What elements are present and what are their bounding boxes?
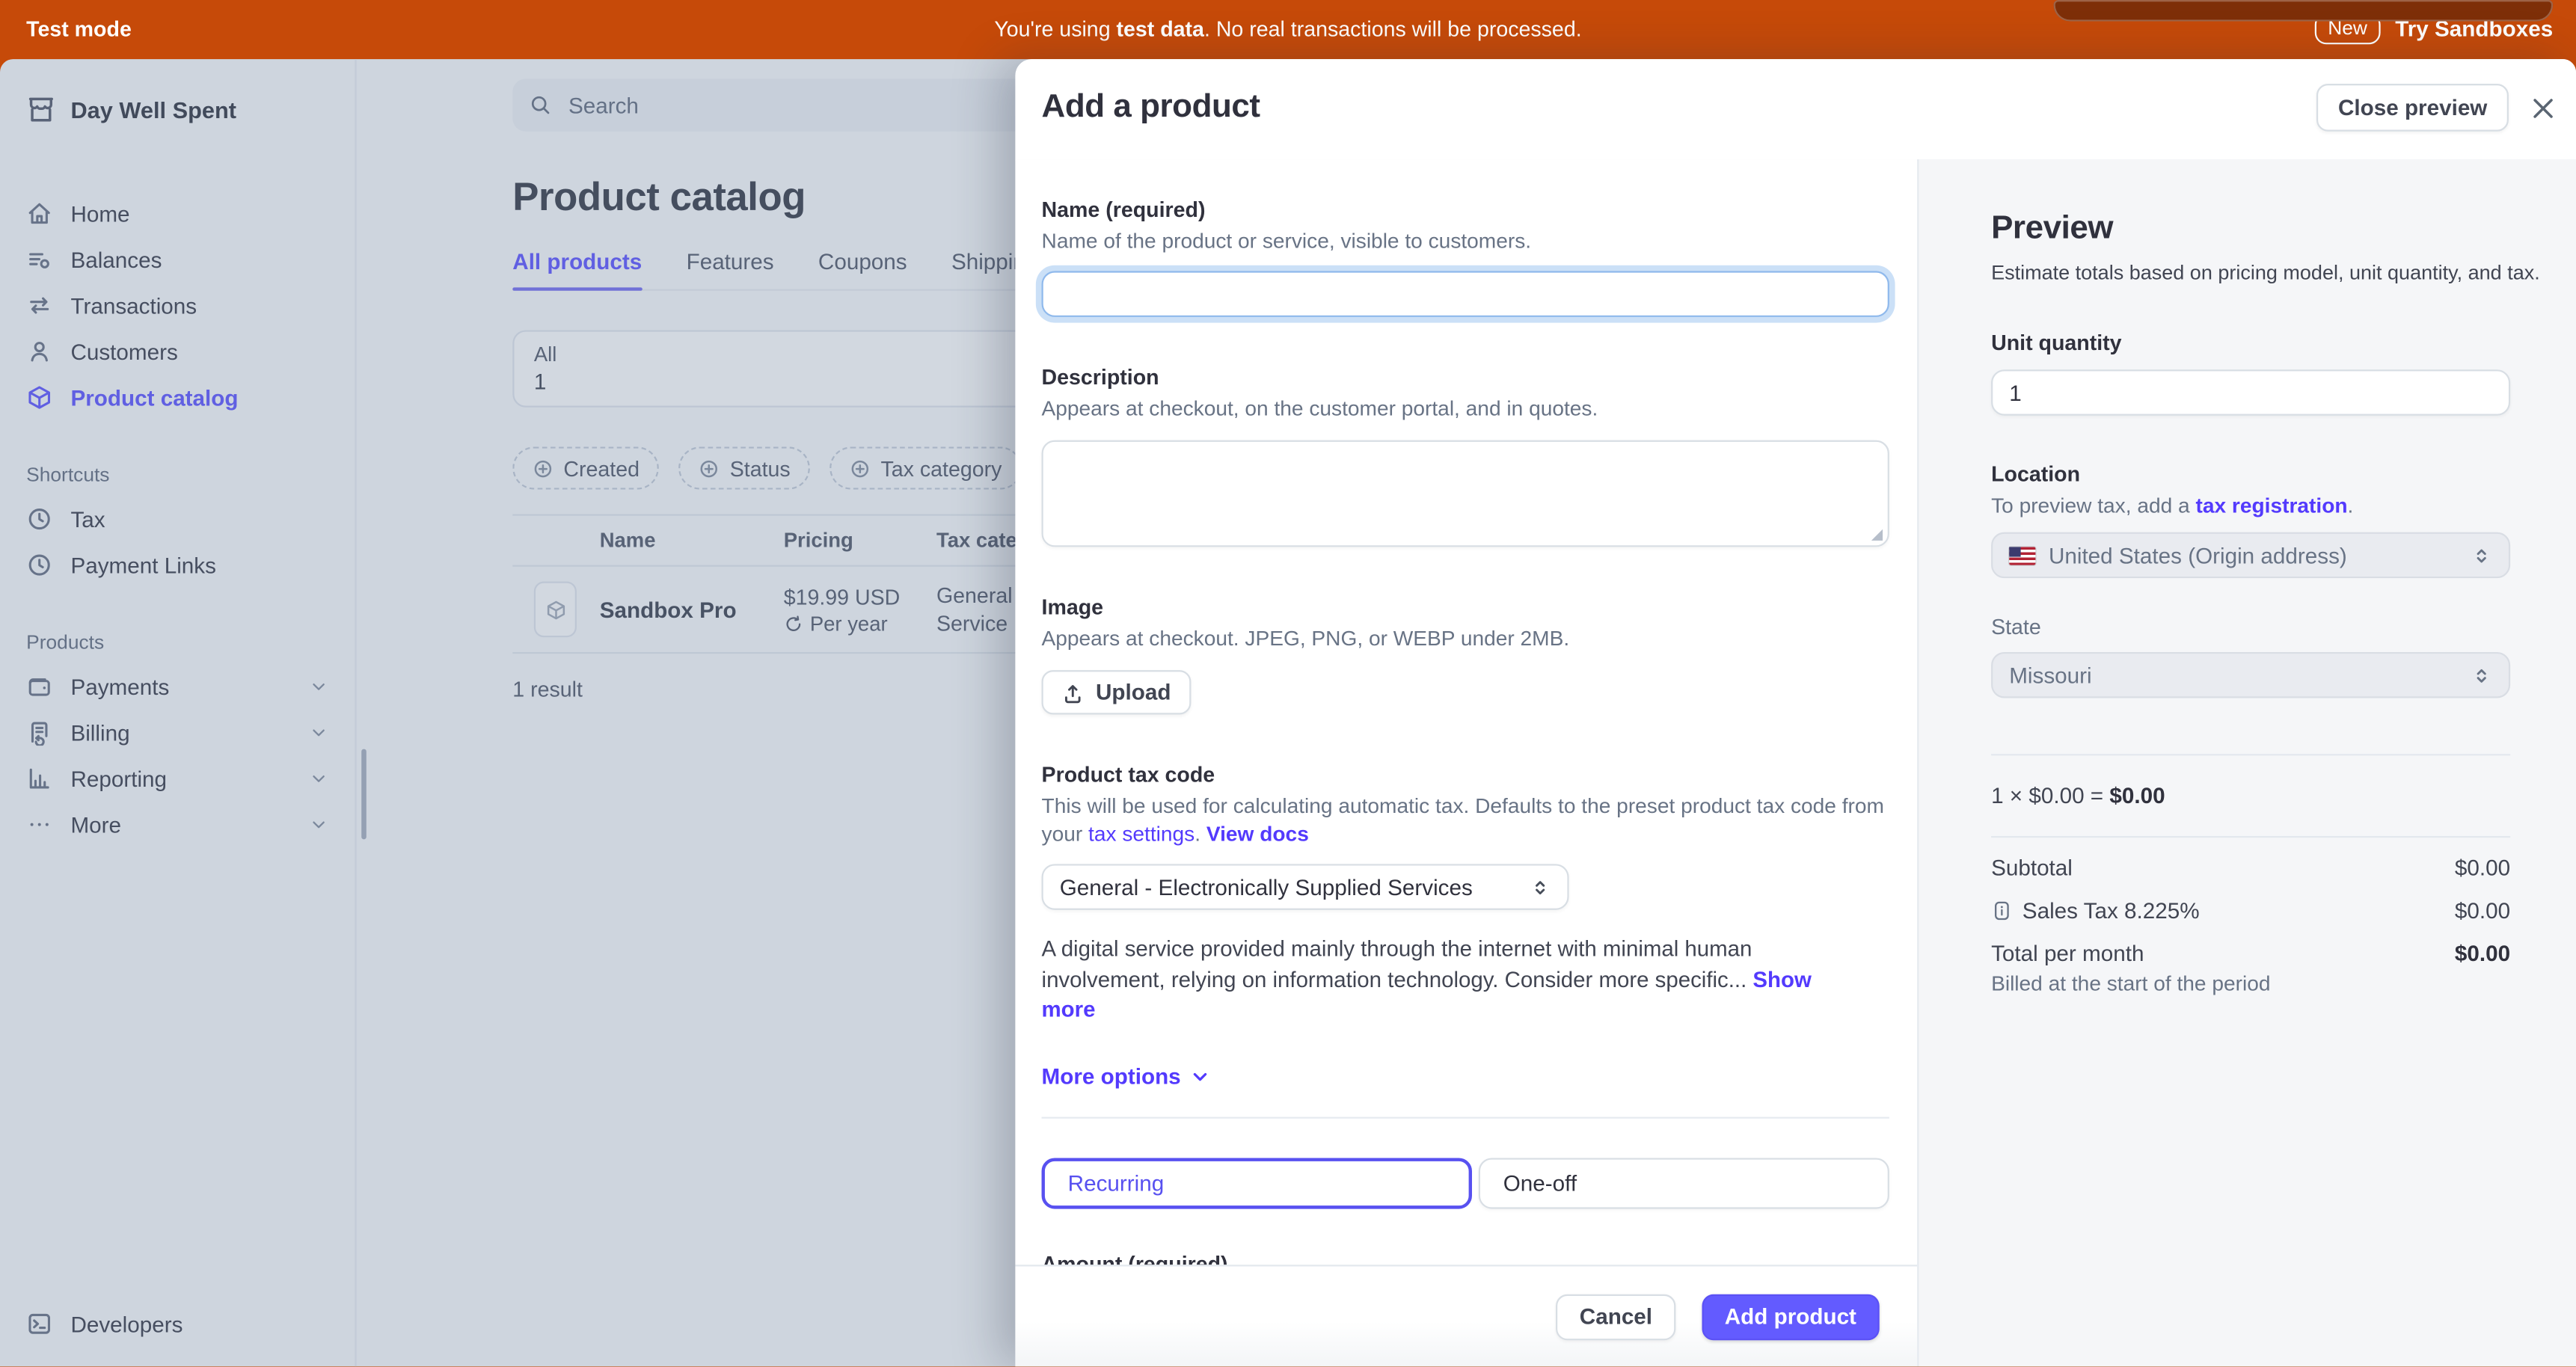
modal-header: Add a product Close preview xyxy=(1015,59,2576,161)
line-item-calculation: 1 × $0.00 = $0.00 xyxy=(1991,784,2510,808)
tax-registration-link[interactable]: tax registration xyxy=(2195,493,2347,517)
tax-code-value: General - Electronically Supplied Servic… xyxy=(1060,875,1473,900)
preview-subtitle: Estimate totals based on pricing model, … xyxy=(1991,261,2510,284)
resize-handle-icon[interactable]: ◢ xyxy=(1871,527,1883,542)
modal-footer: Cancel Add product xyxy=(1015,1265,1917,1366)
sandbox-popover-edge xyxy=(2054,0,2554,22)
preview-divider xyxy=(1991,754,2510,755)
name-label: Name (required) xyxy=(1042,197,1889,222)
us-flag-icon xyxy=(2009,546,2035,564)
select-updown-icon xyxy=(2471,544,2492,566)
sales-tax-row: Sales Tax 8.225% $0.00 xyxy=(1991,898,2510,923)
upload-button[interactable]: Upload xyxy=(1042,670,1191,714)
recurring-toggle[interactable]: Recurring xyxy=(1042,1157,1472,1208)
preview-divider xyxy=(1991,836,2510,838)
tax-code-label: Product tax code xyxy=(1042,762,1889,787)
chevron-down-icon xyxy=(1189,1065,1211,1087)
description-label: Description xyxy=(1042,365,1889,390)
unit-quantity-input[interactable] xyxy=(1991,369,2510,416)
amount-label: Amount (required) xyxy=(1042,1251,1889,1265)
state-select[interactable]: Missouri xyxy=(1991,652,2510,698)
preview-title: Preview xyxy=(1991,210,2510,248)
upload-icon xyxy=(1061,681,1085,704)
image-label: Image xyxy=(1042,595,1889,619)
unit-quantity-label: Unit quantity xyxy=(1991,330,2510,354)
tax-code-description: A digital service provided mainly throug… xyxy=(1042,935,1814,1026)
description-textarea[interactable]: ◢ xyxy=(1042,440,1889,547)
preview-panel: Preview Estimate totals based on pricing… xyxy=(1917,159,2576,1366)
add-product-button[interactable]: Add product xyxy=(1702,1294,1880,1340)
location-label: Location xyxy=(1991,461,2510,486)
location-help: To preview tax, add a tax registration. xyxy=(1991,493,2510,517)
stripe-dashboard: Test mode You're using test data. No rea… xyxy=(0,0,2576,1366)
more-options-link[interactable]: More options xyxy=(1042,1063,1889,1088)
close-icon[interactable] xyxy=(2532,97,2555,120)
tax-code-help: This will be used for calculating automa… xyxy=(1042,792,1889,848)
country-select[interactable]: United States (Origin address) xyxy=(1991,532,2510,579)
description-help: Appears at checkout, on the customer por… xyxy=(1042,394,1889,422)
pricing-type-toggle: Recurring One-off xyxy=(1042,1157,1889,1208)
view-docs-link[interactable]: View docs xyxy=(1206,821,1309,846)
form-divider xyxy=(1042,1116,1889,1117)
name-help: Name of the product or service, visible … xyxy=(1042,227,1889,254)
select-updown-icon xyxy=(1530,876,1551,898)
name-input[interactable] xyxy=(1042,271,1889,317)
state-label: State xyxy=(1991,614,2510,639)
select-updown-icon xyxy=(2471,664,2492,686)
tax-settings-link[interactable]: tax settings xyxy=(1088,821,1195,846)
close-preview-button[interactable]: Close preview xyxy=(2316,84,2509,132)
total-per-month-row: Total per month $0.00 xyxy=(1991,941,2510,966)
subtotal-row: Subtotal $0.00 xyxy=(1991,855,2510,880)
one-off-toggle[interactable]: One-off xyxy=(1479,1157,1889,1208)
product-form: Name (required) Name of the product or s… xyxy=(1015,159,1917,1265)
tax-code-select[interactable]: General - Electronically Supplied Servic… xyxy=(1042,864,1569,910)
info-icon[interactable] xyxy=(1991,900,2013,922)
add-product-modal: Add a product Close preview Name (requir… xyxy=(1015,59,2576,1366)
billed-note: Billed at the start of the period xyxy=(1991,971,2510,995)
modal-title: Add a product xyxy=(1042,89,1260,127)
image-help: Appears at checkout. JPEG, PNG, or WEBP … xyxy=(1042,624,1889,652)
cancel-button[interactable]: Cancel xyxy=(1557,1294,1675,1340)
